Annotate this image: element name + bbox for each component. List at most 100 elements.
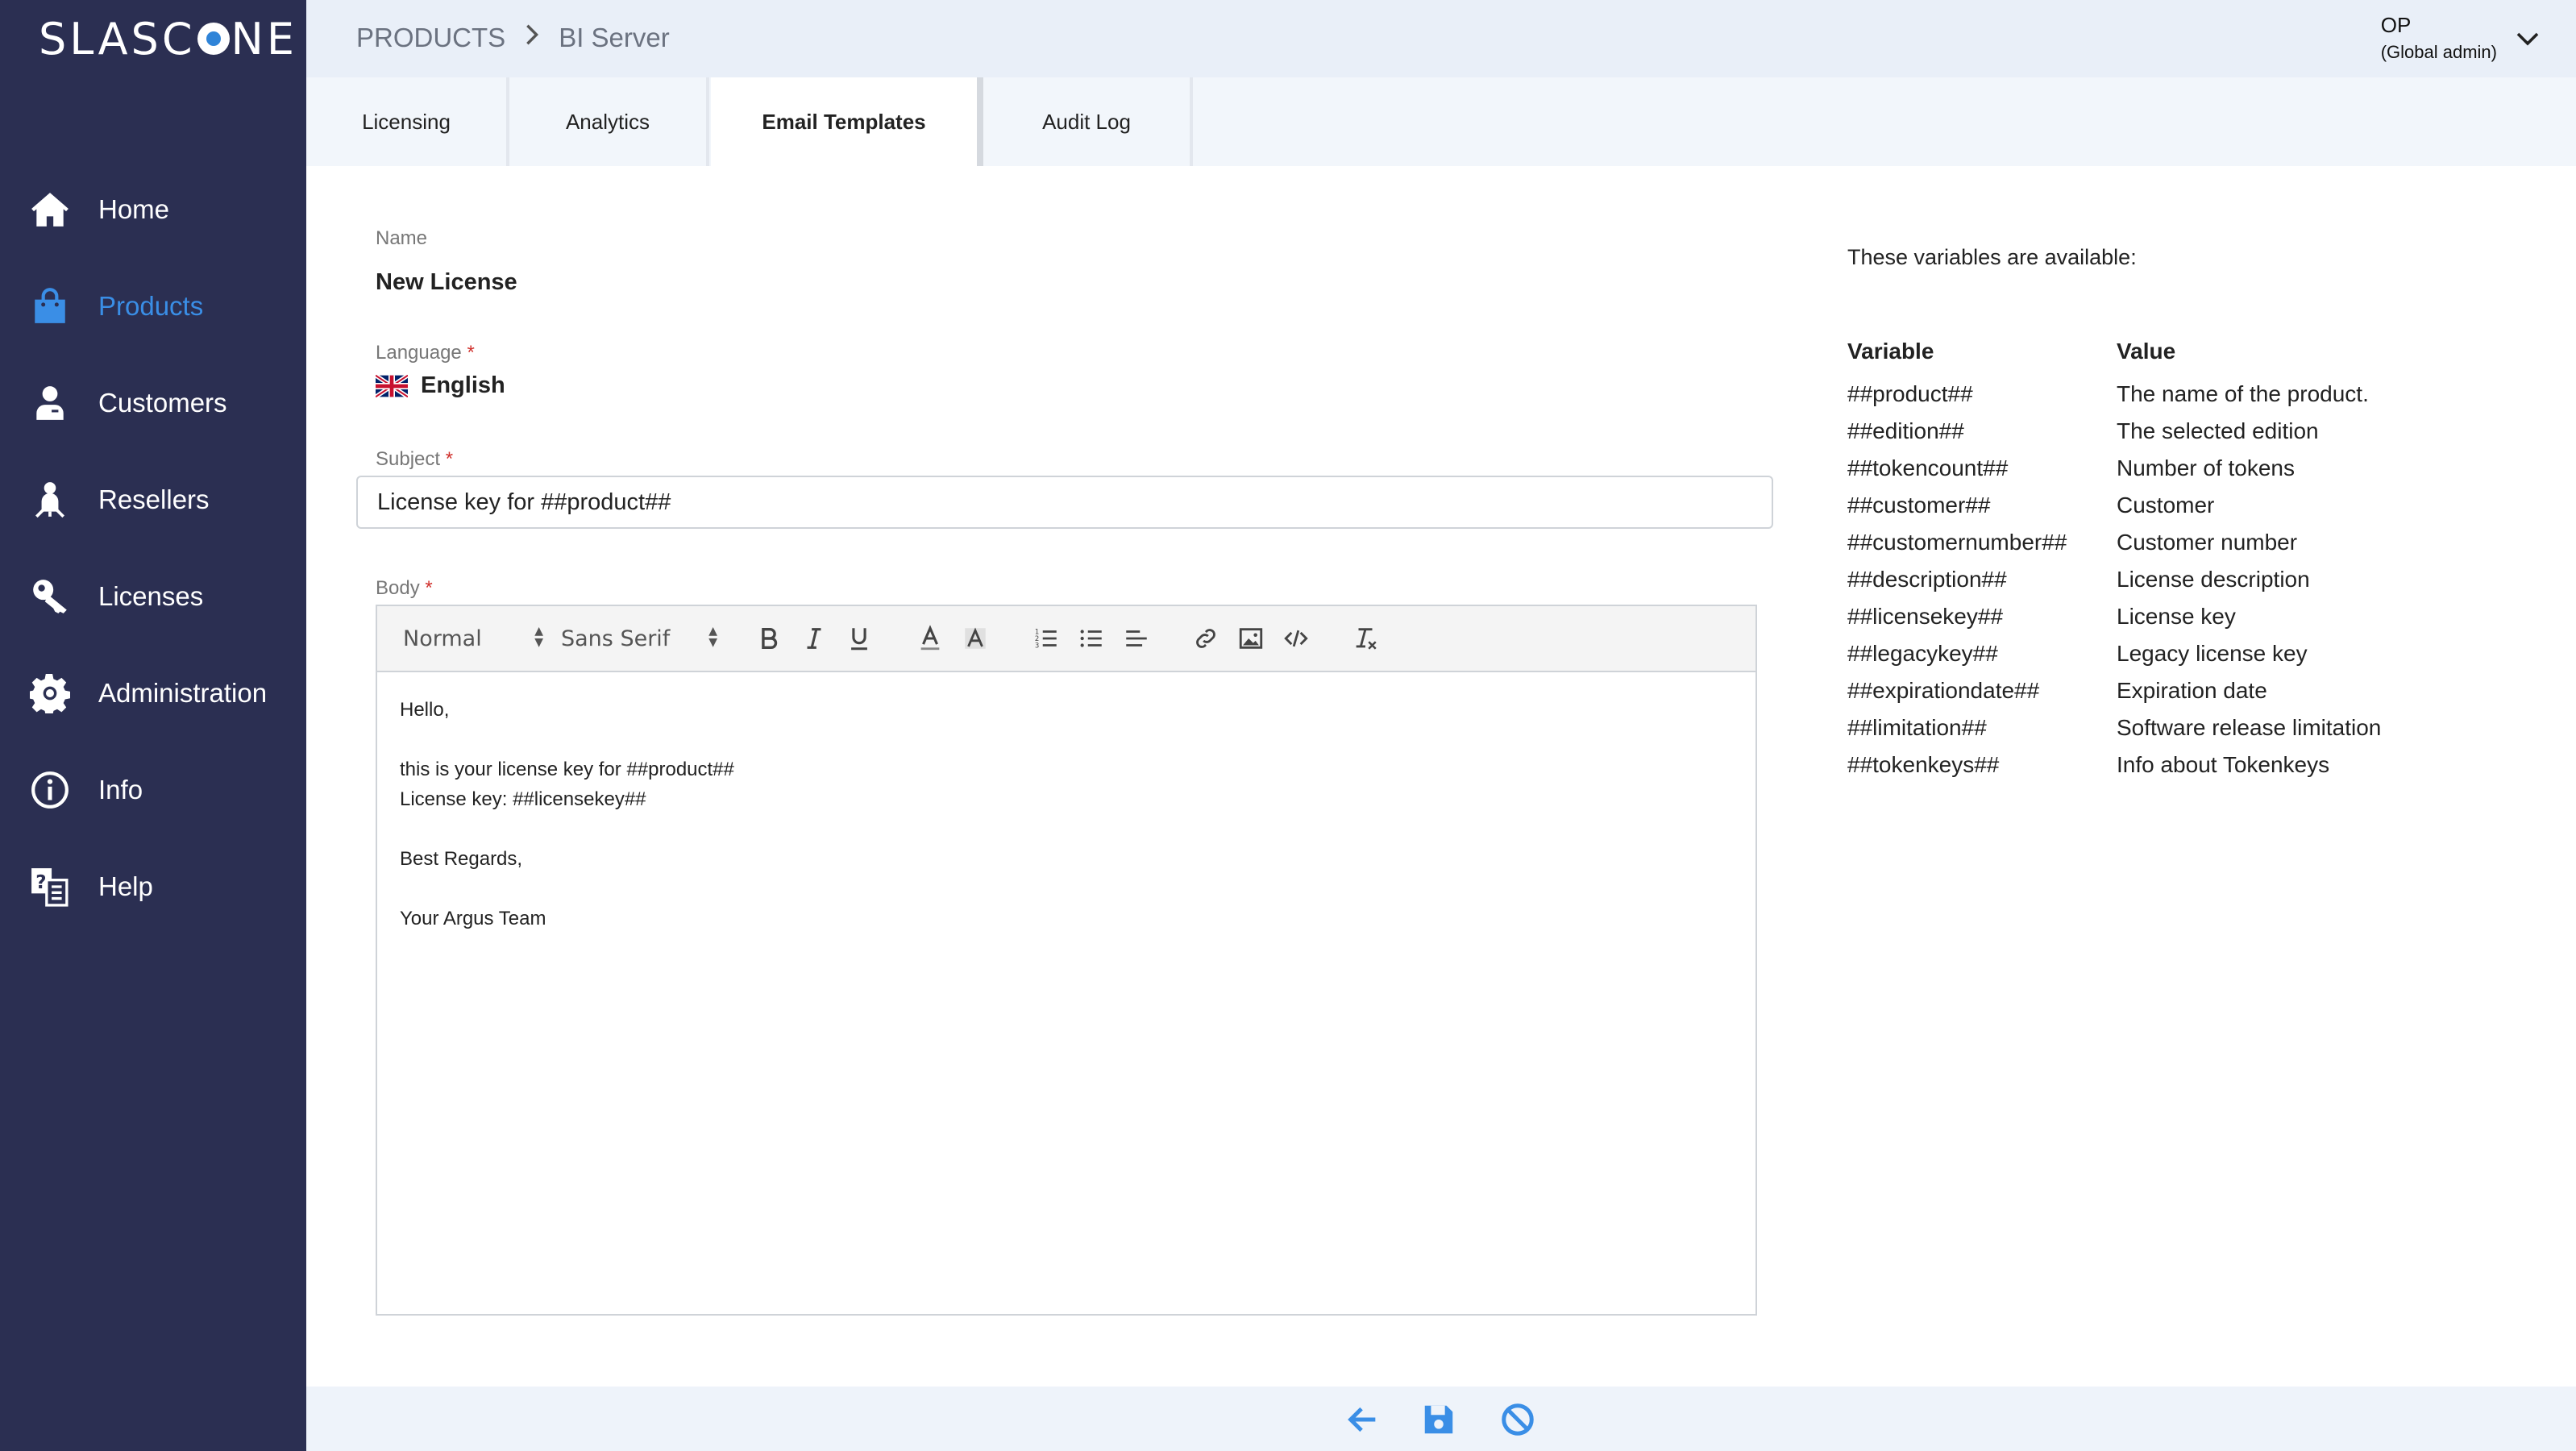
variable-cell: ##edition##	[1847, 418, 1964, 443]
editor-line: Hello,	[400, 699, 450, 721]
top-bar: PRODUCTS BI Server OP (Global admin)	[306, 0, 2576, 77]
logo-o-icon	[197, 23, 230, 55]
name-value: New License	[376, 269, 517, 295]
editor-line: Best Regards,	[400, 848, 523, 870]
tab-licensing[interactable]: Licensing	[306, 77, 509, 166]
save-icon	[1424, 1405, 1453, 1434]
select-arrows-icon: ▲ ▼	[708, 625, 717, 649]
language-label: Language *	[376, 342, 475, 364]
variable-cell: ##customernumber##	[1847, 530, 2067, 555]
variable-cell: ##tokenkeys##	[1847, 752, 2000, 777]
text-color-button[interactable]	[912, 621, 948, 656]
language-value-text: English	[421, 372, 505, 398]
language-label-text: Language	[376, 342, 462, 364]
underline-button[interactable]	[841, 621, 877, 656]
text-color-icon	[920, 625, 940, 651]
align-button[interactable]	[1119, 621, 1154, 656]
uk-flag-icon	[376, 375, 408, 398]
variable-cell: ##expirationdate##	[1847, 678, 2040, 703]
image-button[interactable]	[1233, 621, 1269, 656]
info-icon	[29, 769, 71, 811]
table-row: ##product## The name of the product.	[1847, 376, 2381, 413]
align-left-icon	[1126, 630, 1147, 647]
tab-email-templates[interactable]: Email Templates	[711, 77, 983, 166]
table-row: ##tokenkeys## Info about Tokenkeys	[1847, 746, 2381, 784]
name-label: Name	[376, 227, 428, 249]
breadcrumb-products-link[interactable]: PRODUCTS	[356, 23, 505, 53]
body-editor: Normal ▲ ▼ Sans Serif ▲ ▼ 123 Hello, thi…	[376, 605, 1757, 1316]
code-block-button[interactable]	[1278, 621, 1314, 656]
link-icon	[1196, 629, 1215, 648]
font-select-value: Sans Serif	[561, 626, 671, 651]
italic-icon	[807, 628, 821, 649]
user-menu[interactable]: OP (Global admin)	[2381, 11, 2497, 66]
italic-button[interactable]	[796, 621, 832, 656]
bold-button[interactable]	[751, 621, 787, 656]
body-label: Body *	[376, 577, 433, 600]
table-row: ##limitation## Software release limitatio…	[1847, 709, 2381, 746]
bullet-list-button[interactable]	[1074, 621, 1109, 656]
value-cell: Customer	[2117, 493, 2215, 518]
back-button[interactable]	[1343, 1399, 1383, 1440]
font-select[interactable]: Sans Serif ▲ ▼	[561, 621, 717, 656]
user-name: OP	[2380, 13, 2412, 37]
sidebar-item-licenses[interactable]: Licenses	[0, 548, 306, 645]
table-row: ##expirationdate## Expiration date	[1847, 672, 2381, 709]
logo-text-left: SLASC	[39, 13, 196, 64]
image-icon	[1239, 628, 1263, 649]
table-row: ##customer## Customer	[1847, 487, 2381, 524]
help-icon: ?	[29, 866, 71, 908]
required-mark: *	[425, 577, 433, 599]
sidebar-item-customers[interactable]: Customers	[0, 355, 306, 451]
table-row: ##legacykey## Legacy license key	[1847, 635, 2381, 672]
sidebar-item-products[interactable]: Products	[0, 258, 306, 355]
editor-line	[400, 725, 1733, 755]
variable-cell: ##description##	[1847, 567, 2007, 592]
body-label-text: Body	[376, 577, 420, 599]
table-row: ##licensekey## License key	[1847, 598, 2381, 635]
sidebar-item-help[interactable]: ? Help	[0, 838, 306, 935]
sidebar-item-home[interactable]: Home	[0, 161, 306, 258]
cancel-button[interactable]	[1498, 1399, 1538, 1440]
value-cell: Software release limitation	[2117, 715, 2382, 740]
subject-input[interactable]	[356, 476, 1773, 529]
sidebar-item-label: Home	[98, 194, 170, 224]
background-color-button[interactable]	[958, 621, 993, 656]
sidebar-item-resellers[interactable]: Resellers	[0, 451, 306, 548]
tabs-bar: Licensing Analytics Email Templates Audi…	[306, 77, 2576, 166]
sidebar-item-administration[interactable]: Administration	[0, 645, 306, 742]
chevron-down-icon[interactable]	[2515, 26, 2541, 52]
breadcrumb: PRODUCTS BI Server	[356, 23, 670, 53]
tab-analytics[interactable]: Analytics	[509, 77, 709, 166]
editor-line: Your Argus Team	[400, 908, 546, 929]
column-header-value: Value	[2117, 339, 2176, 364]
value-cell: License key	[2117, 604, 2236, 629]
table-header-row: Variable Value	[1847, 339, 2381, 376]
language-value: English	[376, 372, 505, 399]
variable-cell: ##customer##	[1847, 493, 1991, 518]
format-select-value: Normal	[403, 626, 482, 651]
value-cell: License description	[2117, 567, 2310, 592]
tab-label: Email Templates	[762, 109, 926, 134]
variables-intro: These variables are available:	[1847, 245, 2137, 269]
tab-audit-log[interactable]: Audit Log	[983, 77, 1193, 166]
ordered-list-button[interactable]: 123	[1028, 621, 1064, 656]
save-button[interactable]	[1419, 1399, 1459, 1440]
slascone-logo[interactable]: SLASC NE	[39, 13, 298, 64]
user-role: (Global admin)	[2380, 42, 2497, 62]
variables-table: Variable Value ##product## The name of th…	[1847, 339, 2381, 784]
table-row: ##edition## The selected edition	[1847, 413, 2381, 450]
code-icon	[1284, 630, 1308, 647]
editor-line: this is your license key for ##product##	[400, 759, 734, 780]
value-cell: Expiration date	[2117, 678, 2267, 703]
format-select[interactable]: Normal ▲ ▼	[403, 621, 543, 656]
clear-formatting-icon	[1356, 628, 1377, 650]
link-button[interactable]	[1188, 621, 1224, 656]
clear-formatting-button[interactable]	[1348, 621, 1383, 656]
logo-text-right: NE	[231, 13, 298, 64]
key-icon	[29, 576, 71, 617]
select-arrows-icon: ▲ ▼	[534, 625, 543, 649]
editor-line	[400, 814, 1733, 844]
editor-content[interactable]: Hello, this is your license key for ##pr…	[377, 672, 1755, 956]
sidebar-item-info[interactable]: Info	[0, 742, 306, 838]
